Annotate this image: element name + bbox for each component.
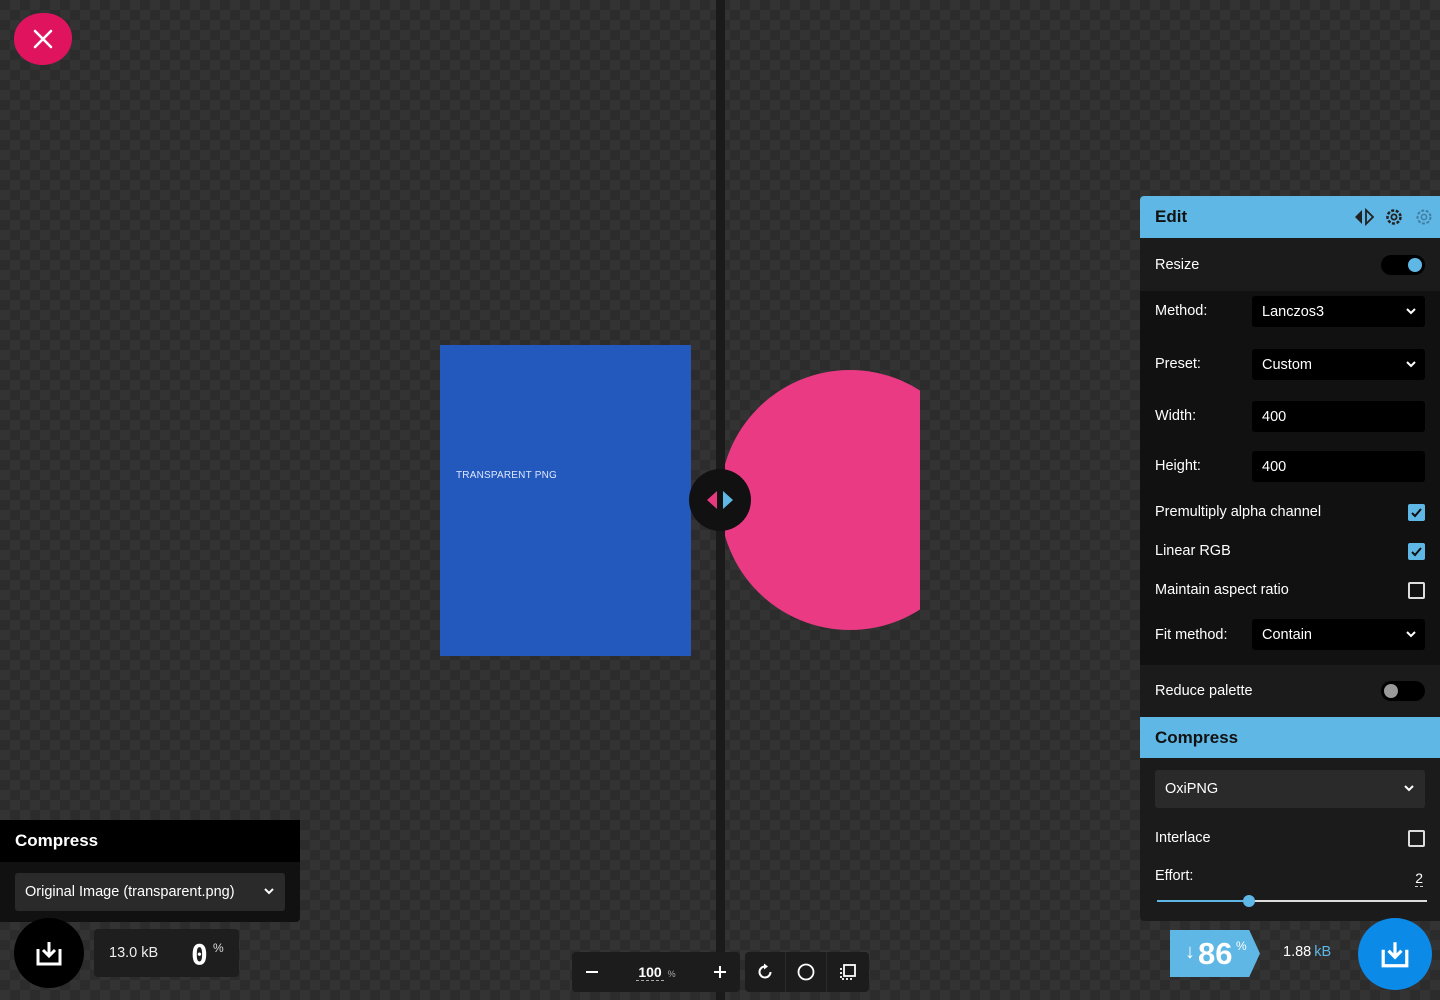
chevron-down-icon — [264, 888, 274, 895]
rotate-button[interactable] — [745, 952, 786, 992]
resize-options: Method: Lanczos3 Preset: Custom Width: 4… — [1140, 291, 1440, 665]
download-icon — [1381, 942, 1409, 968]
split-handle[interactable] — [689, 469, 751, 531]
original-percent: 0 — [191, 938, 208, 971]
linear-rgb-row[interactable]: Linear RGB — [1140, 537, 1440, 565]
original-size-info: 13.0 kB 0 % — [94, 929, 239, 977]
savings-badge: ↓ 86 % — [1170, 930, 1260, 977]
background-toggle-icon — [797, 963, 815, 981]
method-select[interactable]: Lanczos3 — [1252, 296, 1425, 327]
edit-title: Edit — [1155, 207, 1188, 226]
premultiply-row[interactable]: Premultiply alpha channel — [1140, 498, 1440, 526]
interlace-label: Interlace — [1155, 830, 1211, 846]
download-original-button[interactable] — [14, 918, 84, 988]
left-panel-title: Compress — [0, 820, 300, 862]
zoom-unit: % — [667, 969, 676, 979]
download-compressed-button[interactable] — [1358, 918, 1432, 990]
crop-button[interactable] — [827, 952, 868, 992]
view-toggle-icon[interactable] — [1354, 207, 1374, 227]
settings-icon[interactable] — [1384, 207, 1404, 227]
zoom-in-icon — [714, 966, 726, 978]
effort-row: Effort: — [1140, 864, 1440, 888]
zoom-in-button[interactable] — [700, 952, 740, 992]
effort-label: Effort: — [1155, 868, 1194, 884]
reduce-palette-toggle[interactable] — [1381, 681, 1425, 701]
chevron-down-icon — [1406, 631, 1416, 638]
compress-header: Compress — [1140, 717, 1440, 758]
compressed-size-unit: kB — [1314, 944, 1332, 960]
premultiply-checkbox[interactable] — [1408, 503, 1425, 521]
compressed-size-value: 1.88 — [1283, 944, 1312, 960]
original-image-preview: TRANSPARENT PNG — [440, 345, 691, 656]
image-label: TRANSPARENT PNG — [456, 470, 557, 481]
codec-value: OxiPNG — [1165, 781, 1219, 797]
linear-rgb-checkbox[interactable] — [1408, 542, 1425, 560]
zoom-value: 100 — [636, 964, 664, 981]
savings-percent-sign: % — [1236, 939, 1247, 953]
view-toolbar — [745, 952, 869, 992]
edit-panel: Edit Resize Method: Lanczos3 Preset: Cus… — [1140, 196, 1440, 921]
reduce-palette-row[interactable]: Reduce palette — [1140, 665, 1440, 717]
aspect-ratio-label: Maintain aspect ratio — [1155, 582, 1289, 598]
height-input[interactable]: 400 — [1252, 451, 1425, 482]
effort-value[interactable]: 2 — [1415, 870, 1423, 887]
preset-select[interactable]: Custom — [1252, 349, 1425, 380]
download-icon — [36, 942, 62, 966]
chevron-down-icon — [1406, 361, 1416, 368]
preset-value: Custom — [1262, 356, 1312, 373]
zoom-out-button[interactable] — [572, 952, 612, 992]
effort-slider-thumb[interactable] — [1242, 895, 1255, 907]
crop-icon — [839, 964, 856, 980]
compressed-size: 1.88 kB — [1283, 944, 1331, 960]
check-icon — [1411, 507, 1422, 517]
method-value: Lanczos3 — [1262, 303, 1325, 320]
zoom-level[interactable]: 100% — [612, 964, 700, 981]
left-format-value: Original Image (transparent.png) — [25, 884, 235, 900]
fit-method-value: Contain — [1262, 626, 1312, 643]
chevron-down-icon — [1406, 308, 1416, 315]
settings-icon[interactable] — [1414, 207, 1434, 227]
chevron-down-icon — [1404, 785, 1414, 792]
resize-toggle[interactable] — [1381, 254, 1425, 275]
effort-slider[interactable] — [1157, 895, 1427, 907]
linear-rgb-label: Linear RGB — [1155, 543, 1231, 559]
premultiply-label: Premultiply alpha channel — [1155, 504, 1322, 520]
codec-select[interactable]: OxiPNG — [1155, 770, 1425, 808]
original-percent-sign: % — [213, 941, 224, 955]
check-icon — [1411, 546, 1422, 556]
background-toggle-button[interactable] — [786, 952, 827, 992]
height-value: 400 — [1262, 458, 1287, 475]
close-icon — [33, 29, 53, 49]
width-value: 400 — [1262, 408, 1287, 425]
close-button[interactable] — [14, 13, 72, 65]
fit-method-select[interactable]: Contain — [1252, 619, 1425, 650]
rotate-icon — [758, 963, 772, 979]
resize-label: Resize — [1155, 256, 1200, 273]
savings-percent: 86 — [1198, 936, 1233, 971]
savings-arrow: ↓ — [1185, 941, 1195, 963]
interlace-row[interactable]: Interlace — [1140, 823, 1440, 853]
aspect-ratio-row[interactable]: Maintain aspect ratio — [1140, 576, 1440, 604]
zoom-toolbar: 100% — [572, 952, 740, 992]
reduce-palette-label: Reduce palette — [1155, 683, 1253, 699]
resize-row[interactable]: Resize — [1140, 238, 1440, 291]
interlace-checkbox[interactable] — [1408, 829, 1425, 847]
original-size: 13.0 kB — [109, 945, 159, 961]
zoom-out-icon — [586, 971, 598, 973]
edit-panel-header: Edit — [1140, 196, 1440, 238]
left-compress-panel: Compress Original Image (transparent.png… — [0, 820, 300, 922]
effort-slider-fill — [1157, 900, 1249, 902]
aspect-ratio-checkbox[interactable] — [1408, 581, 1425, 599]
split-arrows-icon — [707, 491, 733, 509]
left-format-select[interactable]: Original Image (transparent.png) — [15, 873, 285, 911]
width-input[interactable]: 400 — [1252, 401, 1425, 432]
